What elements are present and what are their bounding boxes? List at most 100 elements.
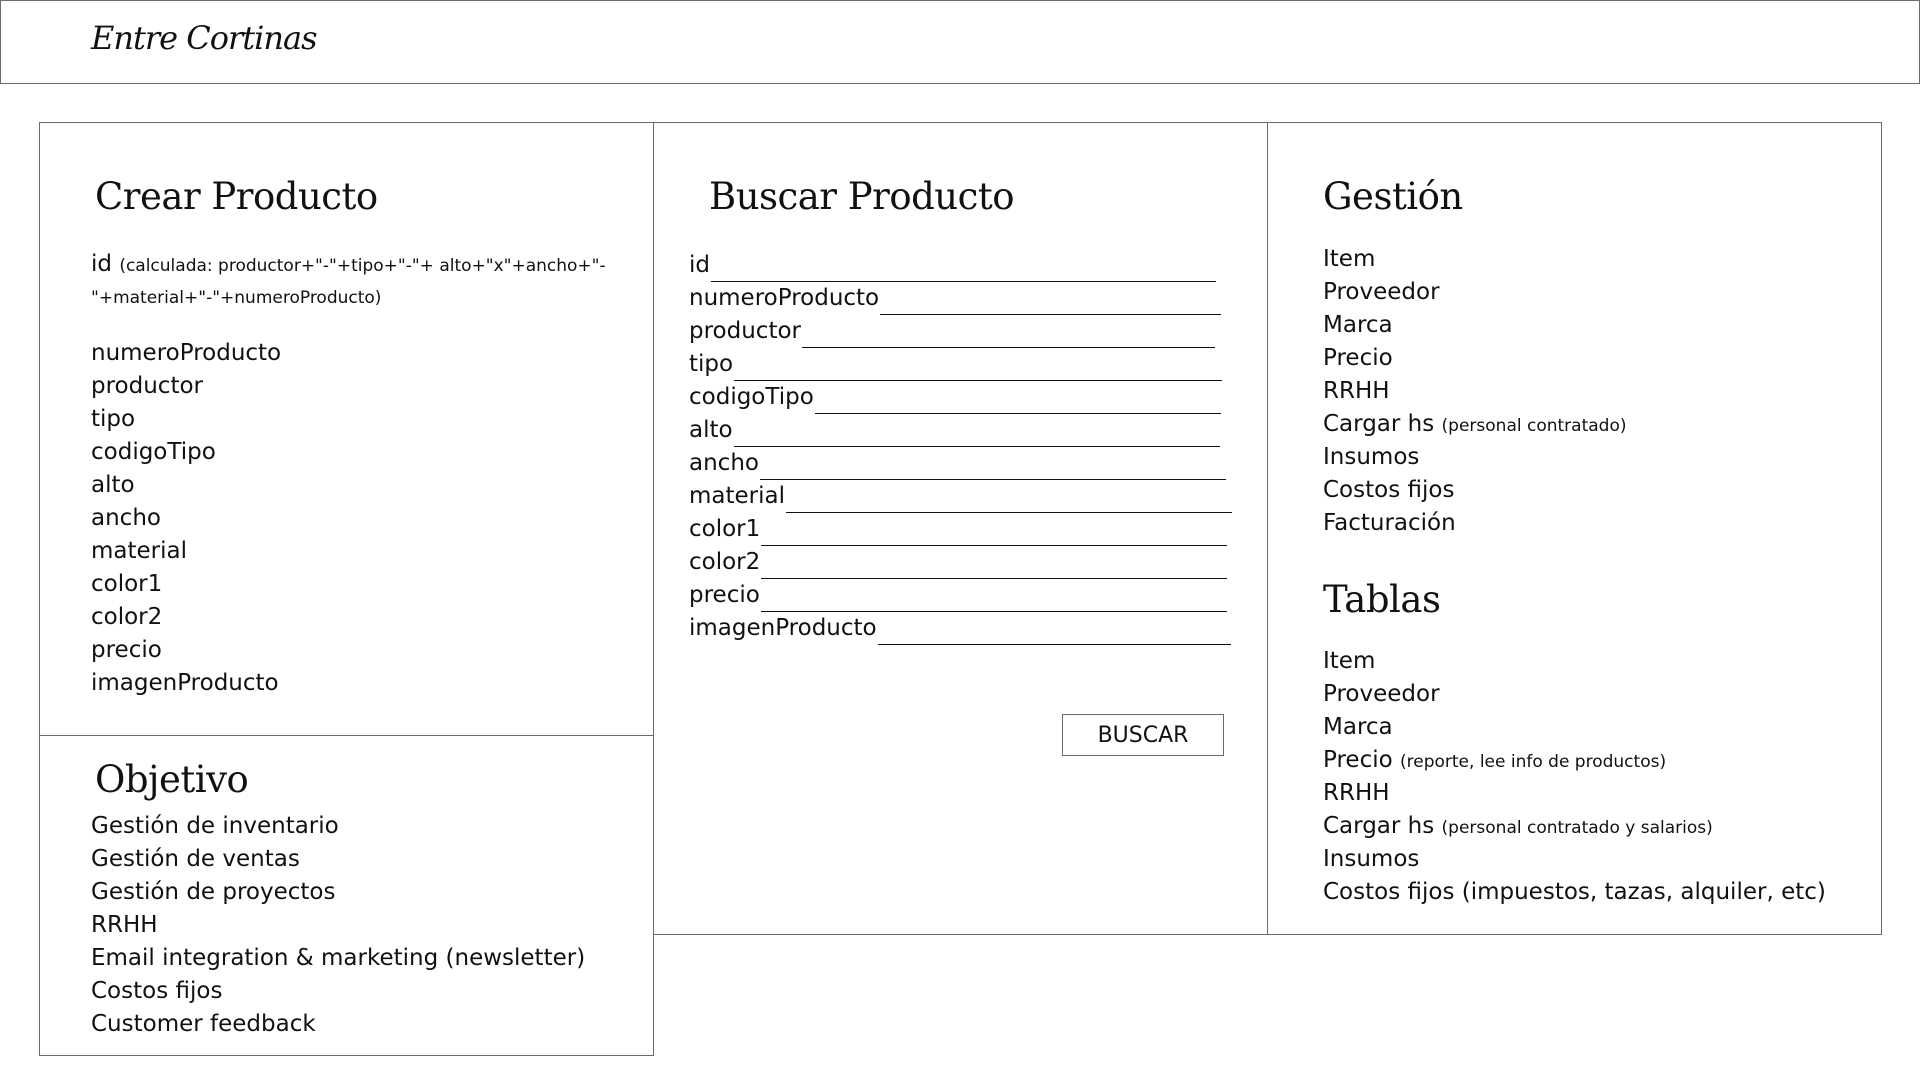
search-field-input[interactable]	[761, 554, 1228, 579]
crear-field[interactable]: numeroProducto	[91, 337, 281, 370]
gestion-item[interactable]: Proveedor	[1323, 276, 1627, 309]
crear-field[interactable]: tipo	[91, 403, 281, 436]
objetivo-item: Customer feedback	[91, 1011, 316, 1037]
search-field-label: ancho	[689, 450, 759, 476]
crear-field[interactable]: ancho	[91, 502, 281, 535]
tablas-menu: Item Proveedor Marca Precio (reporte, le…	[1323, 645, 1826, 909]
search-field-input[interactable]	[880, 290, 1222, 315]
tablas-item[interactable]: Costos fijos (impuestos, tazas, alquiler…	[1323, 876, 1826, 909]
gestion-item-label: Marca	[1323, 312, 1393, 338]
objetivo-item: Gestión de proyectos	[91, 879, 336, 905]
search-field-input[interactable]	[760, 587, 1227, 612]
search-field-label: alto	[689, 417, 733, 443]
search-field-row: productor	[689, 315, 1232, 348]
search-field-input[interactable]	[759, 455, 1226, 480]
search-field-row: id	[689, 249, 1232, 282]
search-field-label: codigoTipo	[689, 384, 814, 410]
buscar-producto-title: Buscar Producto	[709, 175, 1014, 218]
objetivo-list: Gestión de inventario Gestión de ventas …	[91, 810, 585, 1041]
tablas-item-label: RRHH	[1323, 780, 1390, 806]
search-field-label: color1	[689, 516, 761, 542]
buscar-field-list: id numeroProducto productor tipo codigoT…	[689, 249, 1232, 645]
objetivo-title: Objetivo	[95, 758, 249, 801]
objetivo-item: Gestión de inventario	[91, 813, 339, 839]
crear-field[interactable]: codigoTipo	[91, 436, 281, 469]
crear-field[interactable]: productor	[91, 370, 281, 403]
crear-producto-title: Crear Producto	[95, 175, 378, 218]
search-field-input[interactable]	[711, 257, 1216, 282]
crear-field[interactable]: color2	[91, 601, 281, 634]
crear-field[interactable]: precio	[91, 634, 281, 667]
gestion-item-label: Item	[1323, 246, 1376, 272]
gestion-item-label: Costos fijos	[1323, 477, 1455, 503]
header-bar: Entre Cortinas	[0, 0, 1920, 84]
search-field-row: color2	[689, 546, 1232, 579]
tablas-item-label: Proveedor	[1323, 681, 1440, 707]
crear-field[interactable]: material	[91, 535, 281, 568]
gestion-item-note: (personal contratado)	[1441, 416, 1627, 436]
objetivo-item: Email integration & marketing (newslette…	[91, 945, 586, 971]
tablas-item[interactable]: Marca	[1323, 711, 1826, 744]
search-field-input[interactable]	[733, 422, 1220, 447]
tablas-item[interactable]: Precio (reporte, lee info de productos)	[1323, 744, 1826, 777]
search-field-label: imagenProducto	[689, 615, 877, 641]
logo[interactable]: Entre Cortinas	[91, 19, 317, 57]
gestion-item[interactable]: Cargar hs (personal contratado)	[1323, 408, 1627, 441]
crear-field[interactable]: alto	[91, 469, 281, 502]
search-field-label: id	[689, 252, 710, 278]
search-field-row: material	[689, 480, 1232, 513]
crear-field[interactable]: color1	[91, 568, 281, 601]
gestion-item[interactable]: RRHH	[1323, 375, 1627, 408]
tablas-item-label: Insumos	[1323, 846, 1420, 872]
tablas-item-note: (reporte, lee info de productos)	[1400, 752, 1667, 772]
id-calc-note: (calculada: productor+"-"+tipo+"-"+ alto…	[91, 256, 606, 308]
tablas-item-label: Costos fijos (impuestos, tazas, alquiler…	[1323, 879, 1826, 905]
crear-field-list: numeroProducto productor tipo codigoTipo…	[91, 337, 281, 700]
search-field-row: alto	[689, 414, 1232, 447]
search-field-row: codigoTipo	[689, 381, 1232, 414]
gestion-item-label: Facturación	[1323, 510, 1456, 536]
tablas-item-label: Marca	[1323, 714, 1393, 740]
gestion-item[interactable]: Precio	[1323, 342, 1627, 375]
gestion-item-label: Cargar hs	[1323, 411, 1435, 437]
crear-field[interactable]: imagenProducto	[91, 667, 281, 700]
search-field-input[interactable]	[761, 521, 1228, 546]
buscar-button[interactable]: BUSCAR	[1062, 714, 1224, 756]
tablas-title: Tablas	[1323, 578, 1441, 621]
search-field-input[interactable]	[877, 620, 1231, 645]
objetivo-panel: Objetivo Gestión de inventario Gestión d…	[39, 735, 654, 1056]
objetivo-item: Gestión de ventas	[91, 846, 300, 872]
gestion-title: Gestión	[1323, 175, 1463, 218]
tablas-item[interactable]: Proveedor	[1323, 678, 1826, 711]
search-field-input[interactable]	[786, 488, 1232, 513]
tablas-item[interactable]: RRHH	[1323, 777, 1826, 810]
gestion-panel: Gestión Item Proveedor Marca Precio RRHH…	[1267, 122, 1882, 935]
search-field-label: precio	[689, 582, 760, 608]
objetivo-item: RRHH	[91, 912, 158, 938]
search-field-label: numeroProducto	[689, 285, 880, 311]
tablas-item[interactable]: Cargar hs (personal contratado y salario…	[1323, 810, 1826, 843]
gestion-item[interactable]: Facturación	[1323, 507, 1627, 540]
search-field-label: productor	[689, 318, 801, 344]
search-field-row: tipo	[689, 348, 1232, 381]
gestion-item-label: Precio	[1323, 345, 1393, 371]
gestion-item[interactable]: Marca	[1323, 309, 1627, 342]
tablas-item[interactable]: Item	[1323, 645, 1826, 678]
gestion-item[interactable]: Insumos	[1323, 441, 1627, 474]
gestion-item[interactable]: Item	[1323, 243, 1627, 276]
gestion-item-label: Proveedor	[1323, 279, 1440, 305]
gestion-item[interactable]: Costos fijos	[1323, 474, 1627, 507]
search-field-row: color1	[689, 513, 1232, 546]
search-field-row: imagenProducto	[689, 612, 1232, 645]
search-field-input[interactable]	[814, 389, 1221, 414]
buscar-producto-panel: Buscar Producto id numeroProducto produc…	[653, 122, 1268, 935]
tablas-item-label: Cargar hs	[1323, 813, 1435, 839]
tablas-item[interactable]: Insumos	[1323, 843, 1826, 876]
search-field-row: ancho	[689, 447, 1232, 480]
search-field-input[interactable]	[734, 356, 1223, 381]
tablas-item-label: Precio	[1323, 747, 1393, 773]
search-field-input[interactable]	[802, 323, 1215, 348]
search-field-row: numeroProducto	[689, 282, 1232, 315]
search-field-row: precio	[689, 579, 1232, 612]
search-field-label: tipo	[689, 351, 734, 377]
